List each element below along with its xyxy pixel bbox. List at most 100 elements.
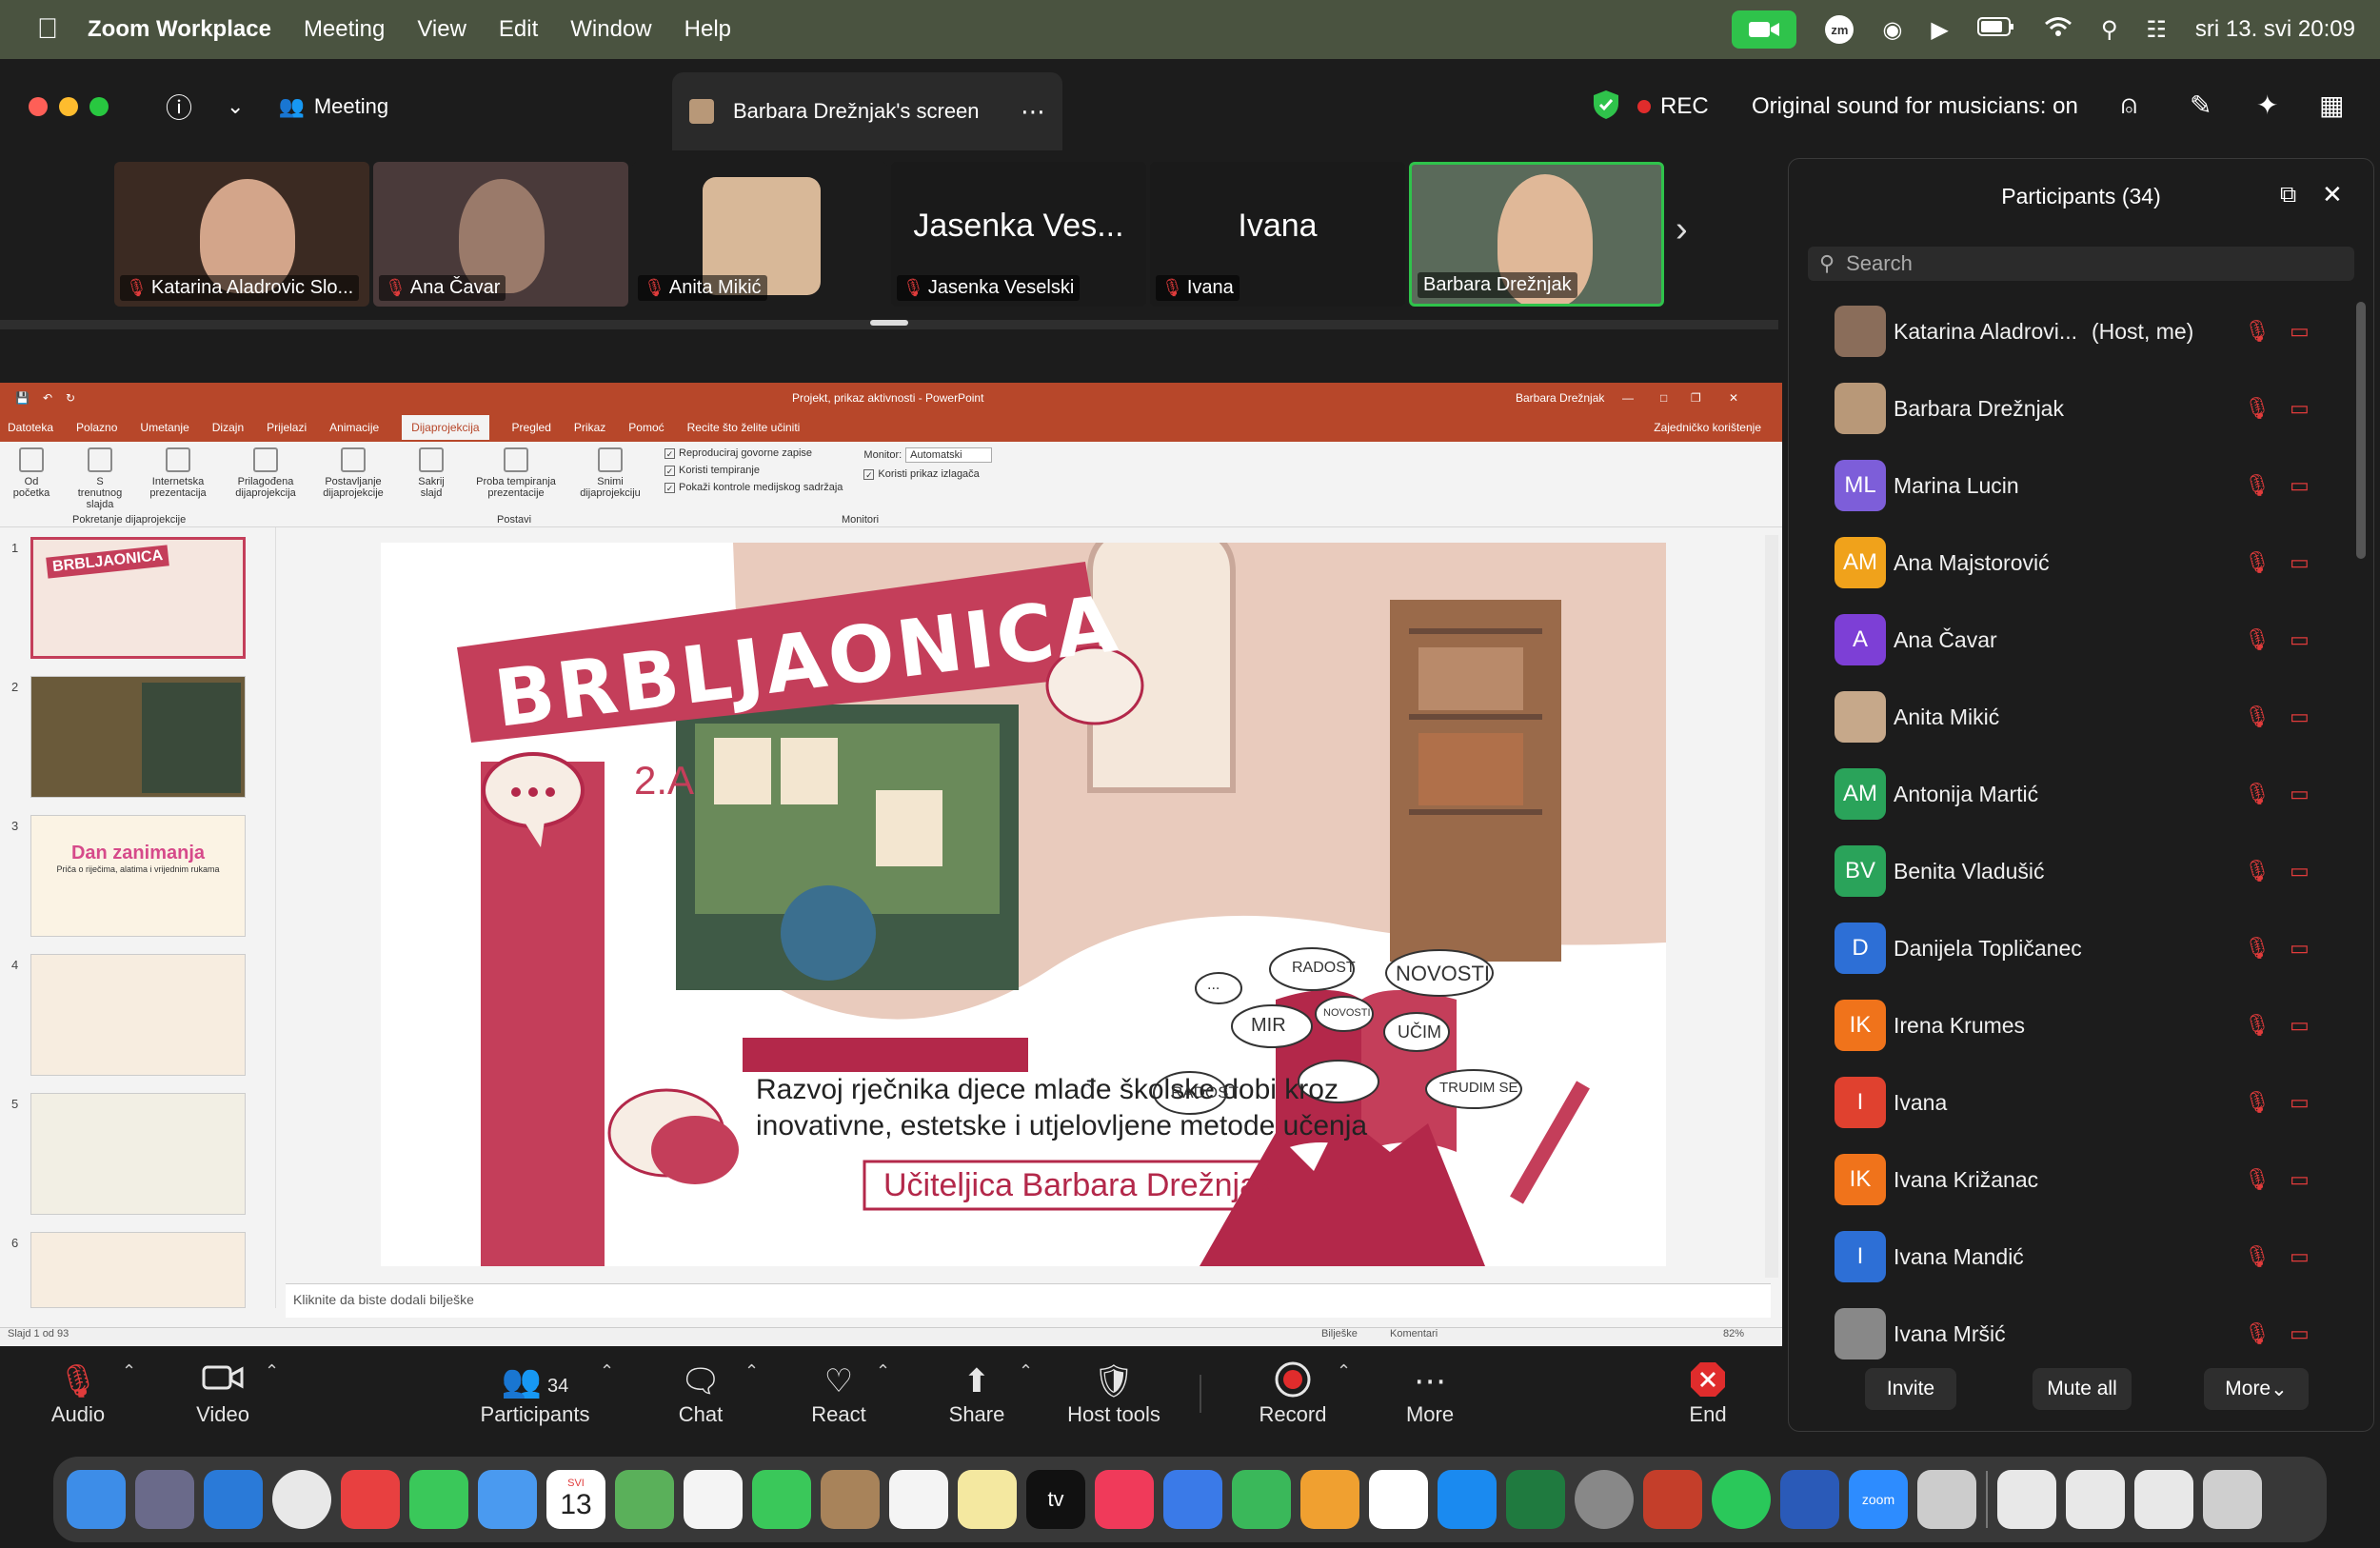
slide-thumbnail-3[interactable]: Dan zanimanja Priča o riječima, alatima …: [30, 815, 246, 937]
wifi-icon[interactable]: [2044, 16, 2073, 44]
document-stack-icon[interactable]: [2134, 1470, 2193, 1529]
zoom-status-icon[interactable]: zm: [1825, 15, 1854, 44]
document-stack-icon[interactable]: [1997, 1470, 2056, 1529]
camera-status-icon[interactable]: ▭: [2290, 782, 2310, 806]
mic-status-icon[interactable]: 🎙: [2244, 1244, 2271, 1269]
more-button[interactable]: ⋯ More: [1399, 1346, 1460, 1441]
mute-all-button[interactable]: Mute all: [2033, 1368, 2132, 1410]
participant-row[interactable]: D Danijela Topličanec 🎙 ▭: [1789, 915, 2350, 982]
reminders-icon[interactable]: [889, 1470, 948, 1529]
participant-search-input[interactable]: ⚲ Search: [1808, 247, 2354, 281]
online-present-button[interactable]: Internetska prezentacija: [145, 447, 211, 521]
zotero-icon[interactable]: [341, 1470, 400, 1529]
battery-icon[interactable]: [1976, 16, 2015, 44]
audio-button[interactable]: 🎙 Audio: [44, 1346, 112, 1441]
share-caret-icon[interactable]: ⌃: [1019, 1361, 1033, 1381]
camera-status-icon[interactable]: ▭: [2290, 319, 2310, 344]
calendar-icon[interactable]: SVI 13: [546, 1470, 605, 1529]
record-caret-icon[interactable]: ⌃: [1337, 1361, 1351, 1381]
play-icon[interactable]: ▶: [1931, 16, 1948, 44]
slide-thumbnail-4[interactable]: [30, 954, 246, 1076]
pages-icon[interactable]: [1300, 1470, 1359, 1529]
participant-row[interactable]: Ivana Mršić 🎙 ▭: [1789, 1300, 2350, 1367]
menu-window[interactable]: Window: [570, 16, 651, 43]
whatsapp-icon[interactable]: [1712, 1470, 1771, 1529]
safari-icon[interactable]: [204, 1470, 263, 1529]
redo-icon[interactable]: ↻: [66, 391, 75, 405]
mic-status-icon[interactable]: 🎙: [2244, 550, 2271, 575]
ppt-maximize-icon[interactable]: □: [1660, 391, 1667, 405]
resize-handle[interactable]: [870, 320, 908, 326]
tab-polazno[interactable]: Polazno: [76, 421, 117, 434]
camera-status-icon[interactable]: ▭: [2290, 936, 2310, 961]
ppt-user[interactable]: Barbara Drežnjak: [1516, 391, 1604, 405]
minimize-window-button[interactable]: [59, 97, 78, 116]
messages-icon[interactable]: [409, 1470, 468, 1529]
notes-toggle[interactable]: Bilješke: [1321, 1328, 1358, 1340]
mic-status-icon[interactable]: 🎙: [2244, 936, 2271, 961]
monitor-value[interactable]: Automatski: [905, 447, 992, 463]
chrome-icon[interactable]: [272, 1470, 331, 1529]
tell-me-search[interactable]: Recite što želite učiniti: [687, 421, 801, 434]
annotate-pen-icon[interactable]: ✎: [2190, 89, 2211, 121]
rec-indicator[interactable]: REC: [1637, 93, 1709, 120]
audio-settings-icon[interactable]: ⍝: [2121, 89, 2137, 121]
mic-status-icon[interactable]: 🎙: [2244, 396, 2271, 421]
mic-status-icon[interactable]: 🎙: [2244, 1090, 2271, 1115]
video-tile[interactable]: 🎙 Katarina Aladrovic Slo...: [114, 162, 369, 307]
photos-icon[interactable]: [684, 1470, 743, 1529]
excel-icon[interactable]: [1506, 1470, 1565, 1529]
tab-animacije[interactable]: Animacije: [329, 421, 379, 434]
facetime-icon[interactable]: [752, 1470, 811, 1529]
tab-dizajn[interactable]: Dizajn: [212, 421, 244, 434]
clock[interactable]: sri 13. svi 20:09: [2195, 16, 2355, 43]
hide-slide-button[interactable]: Sakrij slajd: [407, 447, 455, 521]
react-caret-icon[interactable]: ⌃: [876, 1361, 890, 1381]
contacts-icon[interactable]: [821, 1470, 880, 1529]
use-timings-checkbox[interactable]: ✓ Koristi tempiranje: [664, 465, 843, 476]
keynote-icon[interactable]: [1163, 1470, 1222, 1529]
menu-help[interactable]: Help: [684, 16, 731, 43]
tab-dijaprojekcija[interactable]: Dijaprojekcija: [402, 415, 489, 440]
menu-view[interactable]: View: [417, 16, 466, 43]
launchpad-icon[interactable]: [135, 1470, 194, 1529]
tab-umetanje[interactable]: Umetanje: [140, 421, 188, 434]
mic-status-icon[interactable]: 🎙: [2244, 705, 2271, 729]
spotlight-search-icon[interactable]: ⚲: [2101, 16, 2118, 44]
music-icon[interactable]: [1095, 1470, 1154, 1529]
video-tile[interactable]: Jasenka Ves... 🎙 Jasenka Veselski: [891, 162, 1146, 307]
video-tile[interactable]: 🎙 Anita Mikić: [632, 162, 887, 307]
participants-button[interactable]: 👥 34 Participants: [476, 1346, 594, 1441]
powerpoint-icon[interactable]: [1643, 1470, 1702, 1529]
participant-row[interactable]: IK Irena Krumes 🎙 ▭: [1789, 992, 2350, 1059]
slide-scrollbar[interactable]: [1765, 535, 1778, 1278]
maps-icon[interactable]: [615, 1470, 674, 1529]
camera-status-icon[interactable]: ▭: [2290, 1090, 2310, 1115]
document-stack-icon[interactable]: [2066, 1470, 2125, 1529]
control-center-icon[interactable]: ☷: [2146, 16, 2167, 44]
chat-caret-icon[interactable]: ⌃: [744, 1361, 759, 1381]
video-tile-active-speaker[interactable]: Barbara Drežnjak: [1409, 162, 1664, 307]
preview-icon[interactable]: [1917, 1470, 1976, 1529]
freeform-icon[interactable]: [1369, 1470, 1428, 1529]
record-button[interactable]: Record: [1259, 1346, 1327, 1441]
video-tile[interactable]: 🎙 Ana Čavar: [373, 162, 628, 307]
tab-prijelazi[interactable]: Prijelazi: [267, 421, 307, 434]
tab-datoteka[interactable]: Datoteka: [8, 421, 53, 434]
participant-row[interactable]: A Ana Čavar 🎙 ▭: [1789, 606, 2350, 673]
mic-status-icon[interactable]: 🎙: [2244, 1013, 2271, 1038]
camera-status-icon[interactable]: ▭: [2290, 1244, 2310, 1269]
camera-status-icon[interactable]: ▭: [2290, 627, 2310, 652]
finder-icon[interactable]: [67, 1470, 126, 1529]
chat-button[interactable]: 🗨 Chat: [674, 1346, 727, 1441]
mic-status-icon[interactable]: 🎙: [2244, 859, 2271, 883]
comments-toggle[interactable]: Komentari: [1390, 1328, 1438, 1340]
ppt-restore-icon[interactable]: ❐: [1691, 391, 1701, 405]
rehearse-timings-button[interactable]: Proba tempiranja prezentacije: [476, 447, 556, 521]
app-store-icon[interactable]: [1438, 1470, 1497, 1529]
participant-row[interactable]: ML Marina Lucin 🎙 ▭: [1789, 452, 2350, 519]
participant-row[interactable]: IK Ivana Križanac 🎙 ▭: [1789, 1146, 2350, 1213]
notes-icon[interactable]: [958, 1470, 1017, 1529]
mic-status-icon[interactable]: 🎙: [2244, 1321, 2271, 1346]
zoom-level[interactable]: 82%: [1723, 1328, 1744, 1340]
